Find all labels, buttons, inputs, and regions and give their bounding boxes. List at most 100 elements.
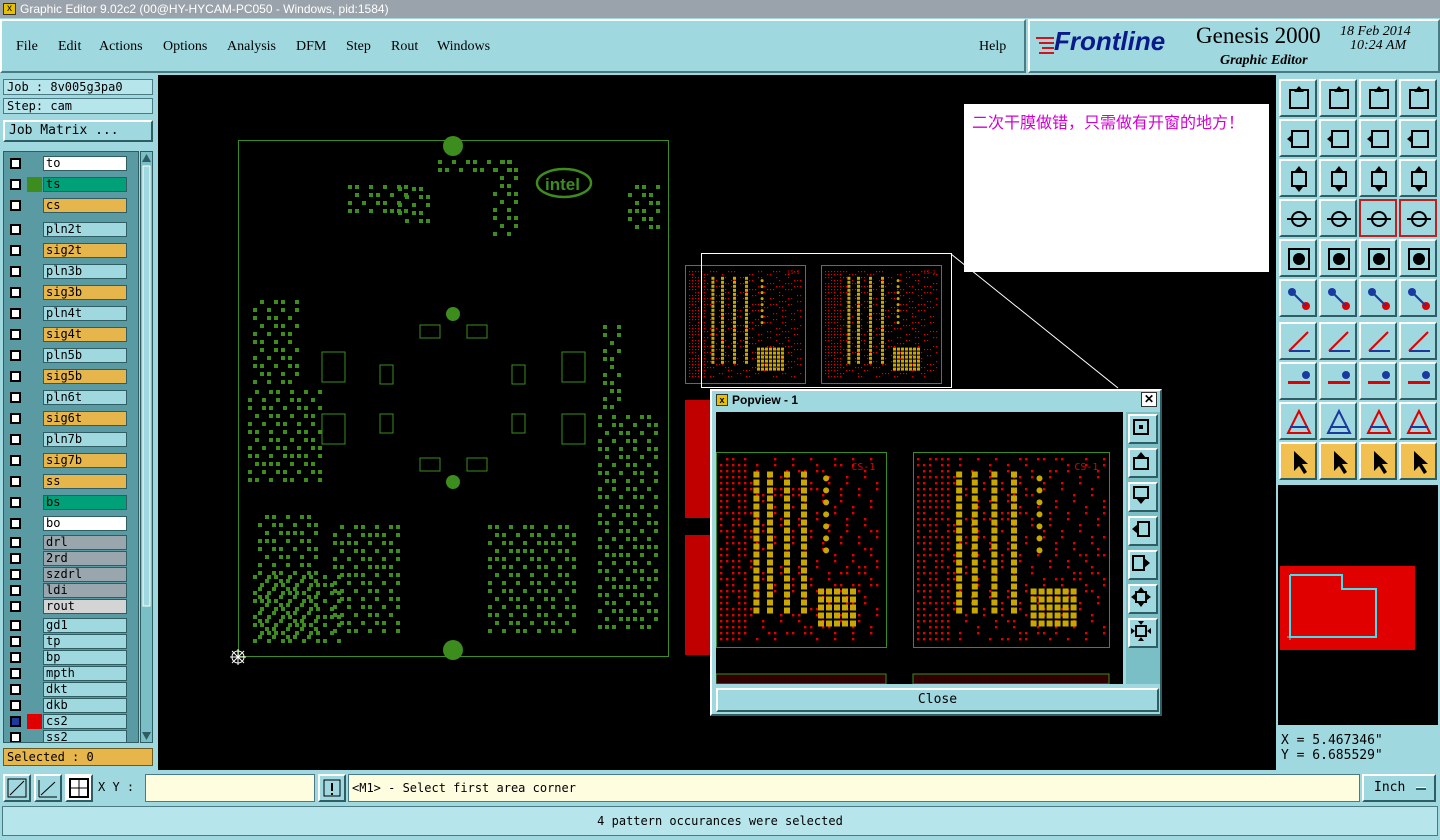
- snap-grid-icon[interactable]: [65, 774, 93, 802]
- layer-checkbox[interactable]: [10, 585, 21, 596]
- layer-name[interactable]: pln6t: [43, 390, 127, 405]
- layer-row-gd1[interactable]: gd1: [7, 618, 129, 633]
- layer-name[interactable]: sig6t: [43, 411, 127, 426]
- dimension-icon[interactable]: [1359, 362, 1397, 400]
- layer-row-pln6t[interactable]: pln6t: [7, 390, 129, 405]
- layer-row-sig3b[interactable]: sig3b: [7, 285, 129, 300]
- layer-checkbox[interactable]: [10, 245, 21, 256]
- move-right-icon[interactable]: [1319, 119, 1357, 157]
- layer-row-ts[interactable]: ts: [7, 177, 129, 192]
- redo-icon[interactable]: [1399, 119, 1437, 157]
- layer-name[interactable]: dkb: [43, 698, 127, 713]
- menu-step[interactable]: Step: [346, 39, 371, 55]
- layer-checkbox[interactable]: [10, 732, 21, 742]
- layer-row-2rd[interactable]: 2rd: [7, 551, 129, 566]
- layer-checkbox[interactable]: [10, 392, 21, 403]
- layer-name[interactable]: pln7b: [43, 432, 127, 447]
- layer-checkbox[interactable]: [10, 553, 21, 564]
- draw-icon[interactable]: [1319, 239, 1357, 277]
- layer-checkbox[interactable]: [10, 287, 21, 298]
- menu-actions[interactable]: Actions: [99, 39, 143, 55]
- popview-zoom-fit-button[interactable]: [1128, 414, 1158, 444]
- layer-row-bo[interactable]: bo: [7, 516, 129, 531]
- slash-icon[interactable]: [1319, 322, 1357, 360]
- layer-name[interactable]: cs: [43, 198, 127, 213]
- layer-row-sig6t[interactable]: sig6t: [7, 411, 129, 426]
- settings-icon[interactable]: [1279, 199, 1317, 237]
- layer-name[interactable]: pln2t: [43, 222, 127, 237]
- layer-name[interactable]: cs2: [43, 714, 127, 729]
- netlist-icon[interactable]: [1359, 199, 1397, 237]
- xy-input[interactable]: [145, 774, 315, 802]
- layer-row-dkb[interactable]: dkb: [7, 698, 129, 713]
- layer-row-dkt[interactable]: dkt: [7, 682, 129, 697]
- layer-list[interactable]: to ts cs pln2t sig2t pln3b sig3b pln4t sig4t pln5…: [3, 151, 139, 743]
- menu-rout[interactable]: Rout: [391, 39, 418, 55]
- ruler-icon[interactable]: [1359, 239, 1397, 277]
- layer-row-sig7b[interactable]: sig7b: [7, 453, 129, 468]
- connect-icon[interactable]: [1279, 279, 1317, 317]
- popview-canvas[interactable]: CS-1 CS-1: [716, 412, 1123, 684]
- layer-row-ss[interactable]: ss: [7, 474, 129, 489]
- center-icon[interactable]: [1319, 159, 1357, 197]
- layer-row-ss2[interactable]: ss2: [7, 730, 129, 742]
- line-icon[interactable]: [1359, 279, 1397, 317]
- layer-row-cs[interactable]: cs: [7, 198, 129, 213]
- layer-name[interactable]: bo: [43, 516, 127, 531]
- layer-name[interactable]: to: [43, 156, 127, 171]
- layer-checkbox[interactable]: [10, 700, 21, 711]
- layer-name[interactable]: tp: [43, 634, 127, 649]
- layer-name[interactable]: bp: [43, 650, 127, 665]
- triangle-red-icon[interactable]: [1359, 402, 1397, 440]
- group-icon[interactable]: [1399, 362, 1437, 400]
- split-icon[interactable]: [1319, 362, 1357, 400]
- home-icon[interactable]: [1359, 79, 1397, 117]
- text-icon[interactable]: [1399, 322, 1437, 360]
- layer-checkbox[interactable]: [10, 329, 21, 340]
- menu-analysis[interactable]: Analysis: [227, 39, 276, 55]
- layer-row-pln2t[interactable]: pln2t: [7, 222, 129, 237]
- triangle-blue-icon[interactable]: [1319, 402, 1357, 440]
- layer-checkbox[interactable]: [10, 569, 21, 580]
- layer-checkbox[interactable]: [10, 668, 21, 679]
- popview-close-icon[interactable]: ✕: [1141, 392, 1157, 407]
- layer-checkbox[interactable]: [10, 652, 21, 663]
- line-red-icon[interactable]: [1399, 279, 1437, 317]
- layer-row-mpth[interactable]: mpth: [7, 666, 129, 681]
- layer-checkbox[interactable]: [10, 371, 21, 382]
- layer-list-scrollbar[interactable]: [140, 151, 153, 743]
- layer-checkbox[interactable]: [10, 158, 21, 169]
- layer-checkbox[interactable]: [10, 224, 21, 235]
- angle-icon[interactable]: [1279, 322, 1317, 360]
- units-select[interactable]: Inch: [1362, 774, 1436, 802]
- layer-row-ldi[interactable]: ldi: [7, 583, 129, 598]
- popview-zoom-out-button[interactable]: [1128, 584, 1158, 614]
- layer-name[interactable]: rout: [43, 599, 127, 614]
- popview-close-button[interactable]: Close: [716, 688, 1159, 712]
- layer-name[interactable]: pln4t: [43, 306, 127, 321]
- layer-name[interactable]: sig4t: [43, 327, 127, 342]
- layer-row-szdrl[interactable]: szdrl: [7, 567, 129, 582]
- netlist-red-icon[interactable]: [1399, 199, 1437, 237]
- panel-icon[interactable]: [1399, 79, 1437, 117]
- triangle-x-icon[interactable]: [1399, 402, 1437, 440]
- zoom-area-icon[interactable]: [3, 774, 31, 802]
- layer-name[interactable]: ldi: [43, 583, 127, 598]
- layer-name[interactable]: ts: [43, 177, 127, 192]
- layer-checkbox[interactable]: [10, 455, 21, 466]
- layer-row-drl[interactable]: drl: [7, 535, 129, 550]
- help-icon[interactable]: [1399, 159, 1437, 197]
- arrow-box2-icon[interactable]: [1359, 442, 1397, 480]
- popview-pan-left-button[interactable]: [1128, 516, 1158, 546]
- alert-icon[interactable]: [318, 774, 346, 802]
- layer-row-pln5b[interactable]: pln5b: [7, 348, 129, 363]
- layer-checkbox[interactable]: [10, 620, 21, 631]
- save-icon[interactable]: [1319, 79, 1357, 117]
- layer-name[interactable]: pln5b: [43, 348, 127, 363]
- pin-icon[interactable]: [1319, 199, 1357, 237]
- layer-name[interactable]: gd1: [43, 618, 127, 633]
- popview-pan-down-button[interactable]: [1128, 482, 1158, 512]
- feature-icon[interactable]: [1279, 362, 1317, 400]
- layer-name[interactable]: bs: [43, 495, 127, 510]
- menu-file[interactable]: File: [16, 39, 38, 55]
